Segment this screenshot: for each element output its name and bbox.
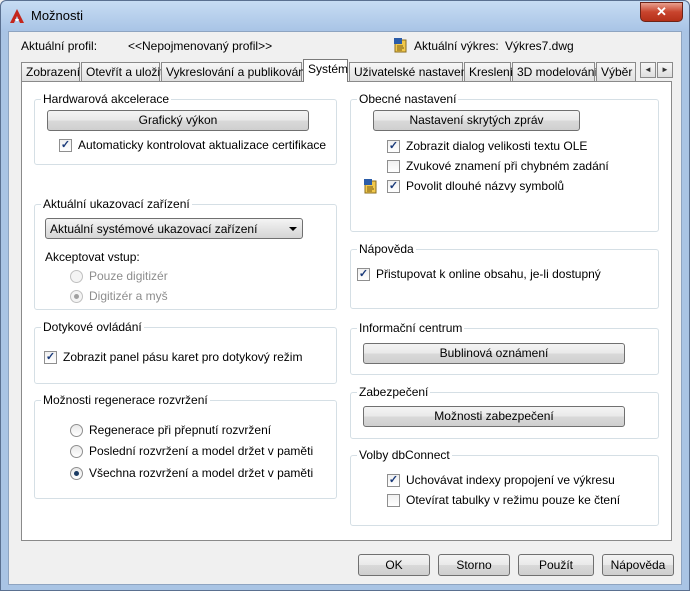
dbconnect-group: Volby dbConnect ✓ Uchovávat indexy propo…	[350, 448, 659, 526]
graphics-performance-button[interactable]: Grafický výkon	[47, 110, 309, 131]
pointing-device-select-value: Aktuální systémové ukazovací zařízení	[50, 222, 258, 236]
checkbox-box: ✓	[59, 139, 72, 152]
dialog-body: Aktuální profil: <<Nepojmenovaný profil>…	[8, 31, 682, 585]
layout-regen-group: Možnosti regenerace rozvržení Regenerace…	[34, 393, 337, 499]
tab-scroll-right-icon[interactable]: ►	[657, 62, 673, 78]
help-title: Nápověda	[357, 242, 416, 256]
cancel-button[interactable]: Storno	[438, 554, 510, 576]
tab-3d-modeling[interactable]: 3D modelování	[512, 62, 598, 81]
layout-regen-title: Možnosti regenerace rozvržení	[41, 393, 210, 407]
tab-open-save[interactable]: Otevřít a uložit	[81, 62, 163, 81]
checkbox-box	[387, 494, 400, 507]
checkbox-box: ✓	[357, 268, 370, 281]
close-button[interactable]: ✕	[640, 2, 683, 22]
tab-display[interactable]: Zobrazení	[21, 62, 80, 81]
radio-circle	[70, 424, 83, 437]
checkbox-box: ✓	[44, 351, 57, 364]
hidden-messages-button[interactable]: Nastavení skrytých zpráv	[373, 110, 580, 131]
checkbox-label: Zobrazit panel pásu karet pro dotykový r…	[63, 350, 303, 364]
current-profile-value: <<Nepojmenovaný profil>>	[128, 39, 273, 53]
tab-user-preferences[interactable]: Uživatelské nastavení	[349, 62, 471, 81]
pointing-device-group: Aktuální ukazovací zařízení Aktuální sys…	[34, 197, 337, 310]
checkbox-box	[387, 160, 400, 173]
chevron-down-icon	[289, 227, 297, 231]
infocenter-group: Informační centrum Bublinová oznámení	[350, 321, 659, 375]
radio-circle	[70, 445, 83, 458]
checkbox-box: ✓	[387, 474, 400, 487]
accept-input-label: Akceptovat vstup:	[45, 250, 140, 264]
apply-button[interactable]: Použít	[518, 554, 594, 576]
checkbox-box: ✓	[387, 180, 400, 193]
drawing-setting-icon	[364, 179, 377, 194]
dbconnect-title: Volby dbConnect	[357, 448, 452, 462]
balloon-notifications-button[interactable]: Bublinová oznámení	[363, 343, 625, 364]
pointing-device-select[interactable]: Aktuální systémové ukazovací zařízení	[45, 218, 303, 239]
general-options-title: Obecné nastavení	[357, 92, 459, 106]
help-button[interactable]: Nápověda	[602, 554, 674, 576]
tab-drafting[interactable]: Kreslení	[464, 62, 513, 81]
checkbox-label: Zvukové znamení při chybném zadání	[406, 159, 609, 173]
pointing-device-title: Aktuální ukazovací zařízení	[41, 197, 192, 211]
drawing-file-icon	[394, 38, 407, 53]
ok-button[interactable]: OK	[358, 554, 430, 576]
checkbox-label: Přistupovat k online obsahu, je-li dostu…	[376, 267, 601, 281]
autocad-app-icon	[10, 9, 24, 23]
general-options-group: Obecné nastavení Nastavení skrytých zprá…	[350, 92, 659, 232]
infocenter-title: Informační centrum	[357, 321, 465, 335]
hardware-acceleration-title: Hardwarová akcelerace	[41, 92, 172, 106]
radio-circle	[70, 290, 83, 303]
touch-title: Dotykové ovládání	[41, 320, 144, 334]
checkbox-label: Zobrazit dialog velikosti textu OLE	[406, 139, 588, 153]
security-group: Zabezpečení Možnosti zabezpečení	[350, 385, 659, 439]
radio-label: Digitizér a myš	[89, 289, 168, 303]
radio-label: Všechna rozvržení a model držet v paměti	[89, 466, 314, 480]
security-options-button[interactable]: Možnosti zabezpečení	[363, 406, 625, 427]
radio-label: Pouze digitizér	[89, 269, 168, 283]
checkbox-label: Povolit dlouhé názvy symbolů	[406, 179, 565, 193]
checkbox-label: Otevírat tabulky v režimu pouze ke čtení	[406, 493, 621, 507]
radio-label: Regenerace při přepnutí rozvržení	[89, 423, 272, 437]
current-profile-label: Aktuální profil:	[21, 39, 98, 53]
tab-selection[interactable]: Výběr	[596, 62, 636, 81]
current-drawing-label: Aktuální výkres:	[414, 39, 499, 53]
radio-circle	[70, 467, 83, 480]
system-tab-page: Hardwarová akcelerace Grafický výkon ✓ A…	[21, 81, 672, 541]
touch-group: Dotykové ovládání ✓ Zobrazit panel pásu …	[34, 320, 337, 384]
options-dialog: Možnosti ✕ Aktuální profil: <<Nepojmenov…	[0, 0, 690, 591]
tab-plot-publish[interactable]: Vykreslování a publikování	[161, 62, 308, 81]
checkbox-label: Automaticky kontrolovat aktualizace cert…	[78, 138, 327, 152]
hardware-acceleration-group: Hardwarová akcelerace Grafický výkon ✓ A…	[34, 92, 337, 165]
radio-circle	[70, 270, 83, 283]
tab-scroll-left-icon[interactable]: ◄	[640, 62, 656, 78]
tab-system[interactable]: Systém	[303, 59, 348, 82]
window-title: Možnosti	[31, 8, 84, 23]
title-bar[interactable]: Možnosti ✕	[1, 1, 689, 31]
help-group: Nápověda ✓ Přistupovat k online obsahu, …	[350, 242, 659, 309]
current-drawing-value: Výkres7.dwg	[505, 39, 574, 53]
radio-label: Poslední rozvržení a model držet v pamět…	[89, 444, 314, 458]
checkbox-label: Uchovávat indexy propojení ve výkresu	[406, 473, 615, 487]
checkbox-box: ✓	[387, 140, 400, 153]
security-title: Zabezpečení	[357, 385, 431, 399]
